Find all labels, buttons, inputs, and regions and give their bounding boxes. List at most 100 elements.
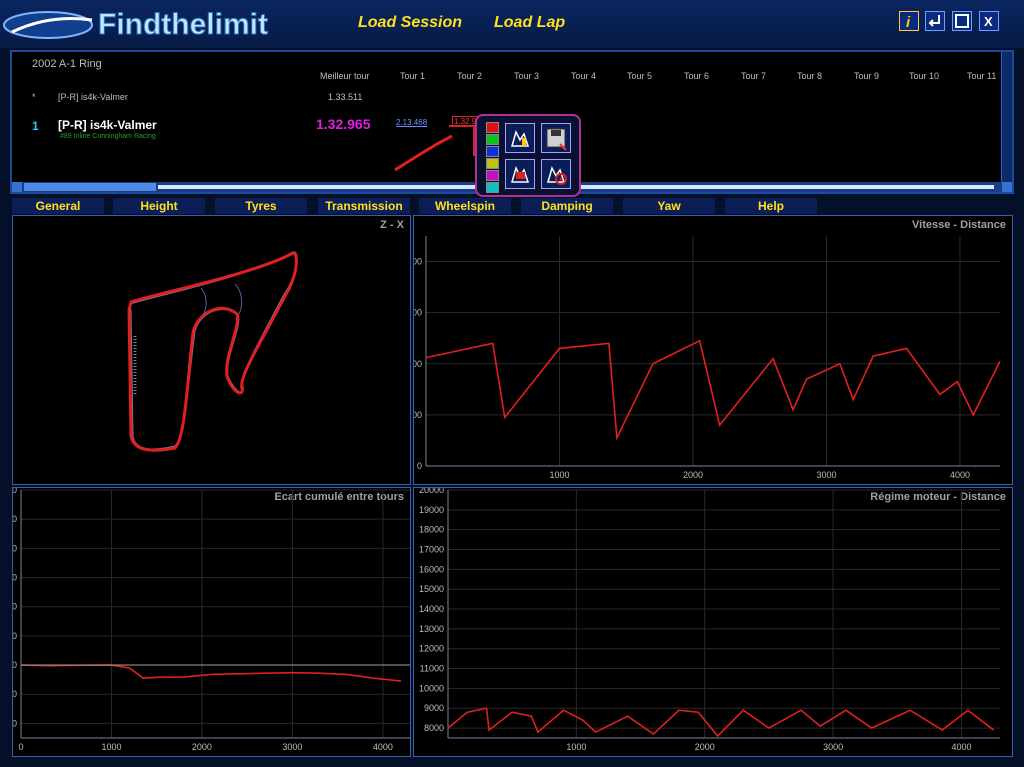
x-tick-label: 1000 [101, 742, 121, 752]
x-tick-label: 1000 [566, 742, 586, 752]
y-tick-label: 12000 [419, 644, 444, 654]
driver-name: [P-R] is4k-Valmer [58, 118, 157, 132]
y-tick-label: 1,0 [13, 631, 17, 641]
rpm-panel: Régime moteur - Distance 20000 19000 18000… [413, 487, 1013, 757]
team-name: #89 Inline Cunningham Racing [60, 133, 156, 140]
column-header: Tour 6 [684, 71, 710, 81]
x-tick-label: 4000 [951, 742, 971, 752]
color-swatch[interactable] [486, 170, 499, 181]
y-tick-label: 0 [417, 461, 422, 471]
tab-yaw[interactable]: Yaw [623, 198, 715, 214]
close-button[interactable]: X [979, 11, 999, 31]
y-tick-label: 300 [414, 308, 422, 318]
scroll-right-arrow[interactable] [1002, 182, 1012, 192]
y-tick-label: 200 [414, 359, 422, 369]
speed-panel: Vitesse - Distance 010020030040010002000… [413, 215, 1013, 485]
svg-text:i: i [906, 14, 911, 30]
tab-bar: General Height Tyres Transmission Wheelspin D… [0, 198, 1024, 214]
title-bar: Findthelimit Load Session Load Lap i X [0, 0, 1024, 48]
best-lap: 1.33.511 [328, 92, 363, 102]
hand-target-button[interactable] [541, 159, 571, 189]
best-lap-highlight: 1.32.965 [316, 116, 371, 132]
color-swatch[interactable] [486, 158, 499, 169]
color-swatch[interactable] [486, 182, 499, 193]
x-tick-label: 4000 [373, 742, 393, 752]
y-tick-label: 2,0 [13, 602, 17, 612]
load-session-link[interactable]: Load Session [358, 14, 462, 32]
pen-stroke [394, 134, 453, 172]
gap-chart: 6,0 5,0 4,0 3,0 2,0 1,0 0,0 -1,0 -2,0 0 1000 2000 30… [13, 488, 410, 752]
track-outline [127, 251, 298, 452]
series-line [425, 339, 1001, 441]
color-swatch[interactable] [486, 122, 499, 133]
y-tick-label: 18000 [419, 525, 444, 535]
tab-wheelspin[interactable]: Wheelspin [419, 198, 511, 214]
y-tick-label: 16000 [419, 564, 444, 574]
x-tick-label: 1000 [549, 470, 569, 480]
y-tick-label: 15000 [419, 584, 444, 594]
hand-flag-button[interactable] [505, 159, 535, 189]
y-tick-label: 0,0 [13, 660, 17, 670]
gap-panel: Ecart cumulé entre tours 6,05,04,03,02,0… [12, 487, 411, 757]
hand-info-icon [511, 129, 530, 147]
y-tick-label: 4,0 [13, 543, 17, 553]
save-button[interactable] [541, 123, 571, 153]
info-button[interactable]: i [899, 11, 919, 31]
load-lap-link[interactable]: Load Lap [494, 14, 565, 32]
x-tick-label: 2000 [695, 742, 715, 752]
y-tick-label: 11000 [420, 664, 444, 674]
vertical-scrollbar[interactable] [1001, 52, 1012, 182]
enter-icon [928, 15, 940, 27]
logo-swoosh-icon [3, 11, 93, 39]
tab-tyres[interactable]: Tyres [215, 198, 307, 214]
series-line [447, 707, 995, 738]
pen-bracket [449, 125, 475, 156]
column-header: Tour 10 [909, 71, 940, 81]
y-tick-label: -2,0 [13, 718, 17, 728]
color-action-popup [475, 114, 581, 197]
y-tick-label: 14000 [419, 604, 444, 614]
y-tick-label: -1,0 [13, 689, 17, 699]
column-header: Tour 9 [854, 71, 880, 81]
y-tick-label: 9000 [424, 703, 444, 713]
y-tick-label: 400 [414, 257, 422, 267]
scroll-thumb[interactable] [24, 183, 156, 191]
hand-target-icon [547, 165, 567, 185]
close-icon: X [984, 14, 993, 29]
tab-general[interactable]: General [12, 198, 104, 214]
tab-damping[interactable]: Damping [521, 198, 613, 214]
y-tick-label: 6,0 [13, 488, 17, 495]
enter-button[interactable] [925, 11, 945, 31]
row-marker: * [32, 92, 36, 102]
x-tick-label: 2000 [683, 470, 703, 480]
y-tick-label: 10000 [419, 683, 444, 693]
rpm-chart: 20000 19000 18000 17000 16000 15000 14000 13000… [419, 488, 1000, 752]
x-tick-label: 2000 [192, 742, 212, 752]
row-marker: 1 [32, 119, 39, 133]
svg-text:X: X [984, 14, 993, 29]
column-header: Tour 5 [627, 71, 653, 81]
tab-transmission[interactable]: Transmission [318, 198, 410, 214]
column-header: Meilleur tour [320, 71, 370, 81]
x-tick-label: 0 [18, 742, 23, 752]
track-map [127, 251, 298, 452]
column-header: Tour 7 [741, 71, 767, 81]
column-header: Tour 8 [797, 71, 823, 81]
maximize-button[interactable] [952, 11, 972, 31]
app-logo: Findthelimit [3, 8, 268, 42]
hand-info-button[interactable] [505, 123, 535, 153]
column-header: Tour 11 [967, 71, 997, 81]
tab-help[interactable]: Help [725, 198, 817, 214]
x-tick-label: 3000 [823, 742, 843, 752]
y-tick-label: 20000 [419, 488, 444, 495]
tab-height[interactable]: Height [113, 198, 205, 214]
y-tick-label: 5,0 [13, 514, 17, 524]
track-name: 2002 A-1 Ring [32, 58, 102, 70]
driver-name: [P-R] is4k-Valmer [58, 92, 128, 102]
scroll-left-arrow[interactable] [12, 182, 22, 192]
lap-1-time[interactable]: 2.13.468 [396, 118, 427, 127]
color-swatch[interactable] [486, 146, 499, 157]
column-header: Tour 4 [571, 71, 597, 81]
color-swatch[interactable] [486, 134, 499, 145]
y-tick-label: 8000 [424, 723, 444, 733]
